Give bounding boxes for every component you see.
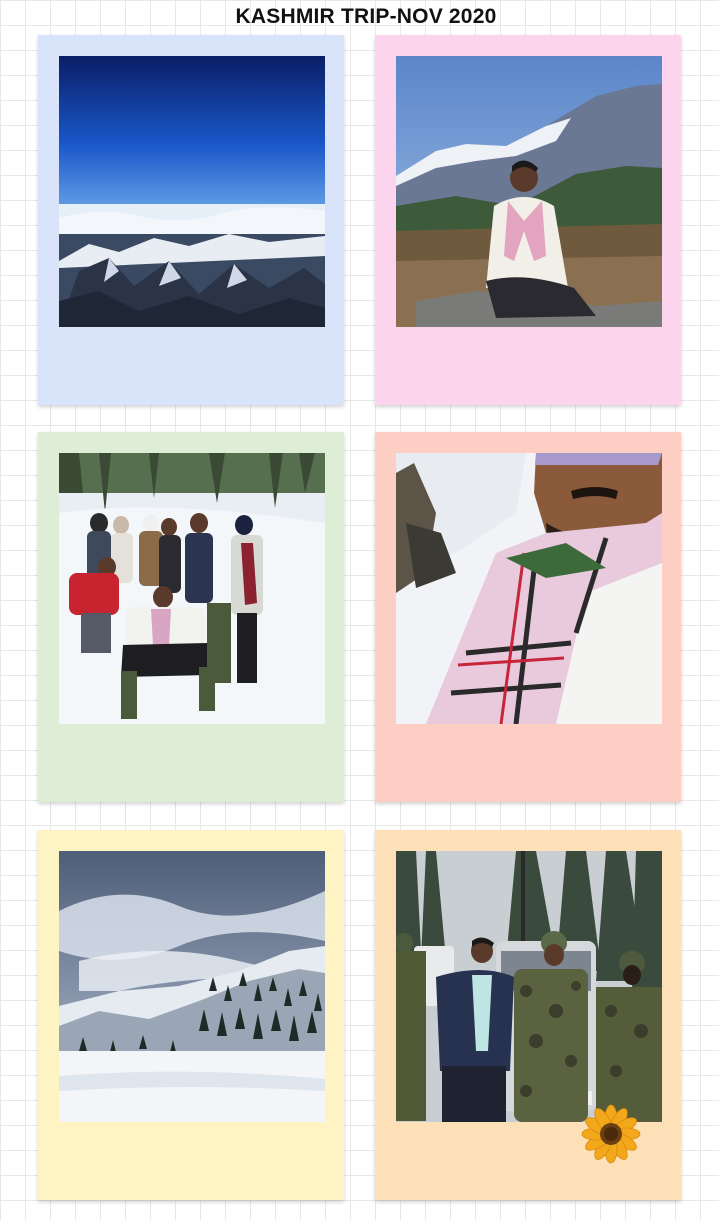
sunflower-icon [580,1103,642,1165]
photo-card-3 [38,432,344,802]
photo-card-6 [375,830,681,1200]
photo-group-snow[interactable] [59,453,325,724]
page-title: KASHMIR TRIP-NOV 2020 [235,5,497,28]
photo-soldiers-jeep[interactable] [396,851,662,1122]
photo-card-5 [38,830,344,1200]
photo-sky-mountains[interactable] [59,56,325,327]
photo-card-1 [38,35,344,405]
photo-snow-slopes[interactable] [59,851,325,1122]
photo-man-mountains[interactable] [396,56,662,327]
photo-card-4 [375,432,681,802]
photo-selfie-scarf[interactable] [396,453,662,724]
photo-card-2 [375,35,681,405]
